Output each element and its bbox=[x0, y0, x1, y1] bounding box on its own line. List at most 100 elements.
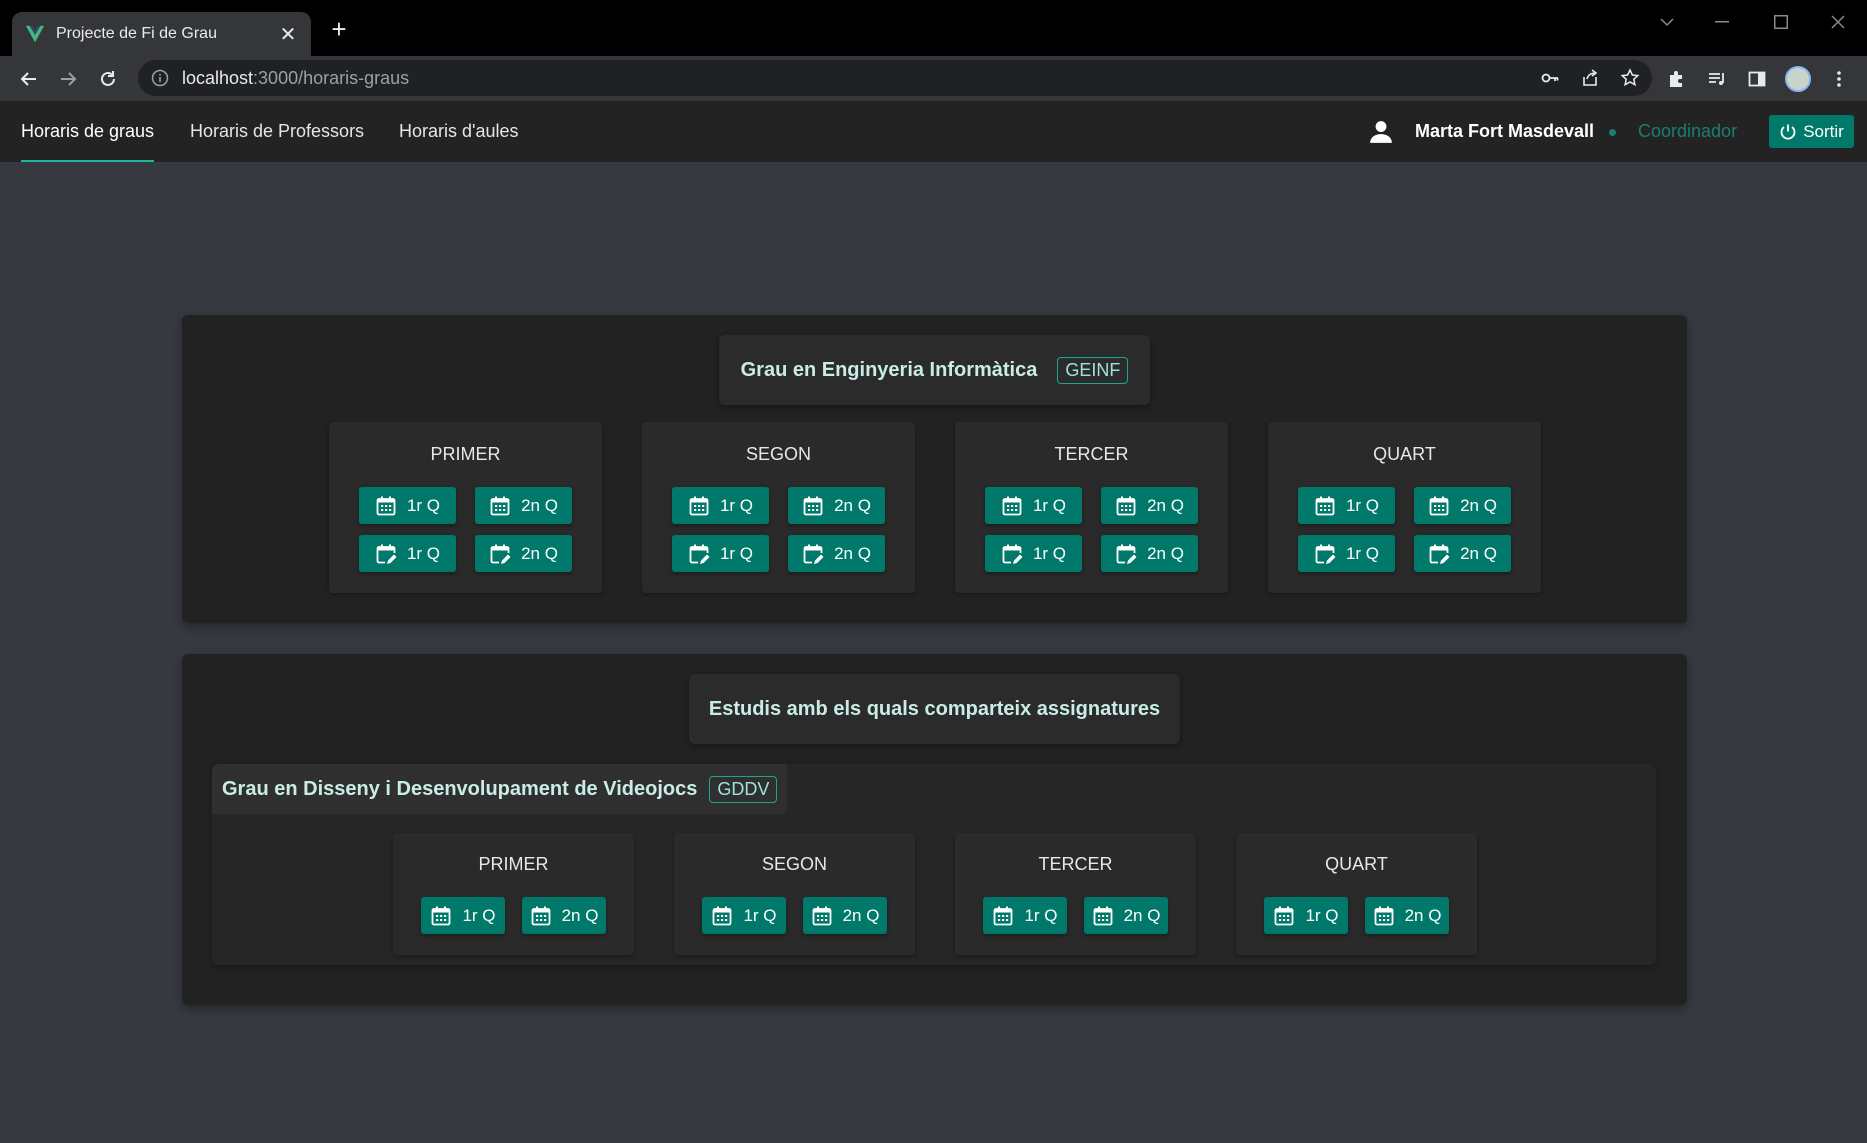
view-schedule-button[interactable]: 2n Q bbox=[1084, 897, 1168, 934]
back-icon[interactable] bbox=[12, 62, 46, 96]
browser-tab[interactable]: Projecte de Fi de Grau ✕ bbox=[12, 12, 311, 56]
quadrimester-label: 2n Q bbox=[561, 905, 599, 925]
shared-studies-heading-box: Estudis amb els quals comparteix assigna… bbox=[689, 674, 1180, 744]
browser-menu-icon[interactable] bbox=[1827, 67, 1851, 91]
address-bar[interactable]: localhost:3000/horaris-graus bbox=[138, 60, 1652, 96]
quadrimester-label: 2n Q bbox=[834, 543, 871, 563]
app-navbar: Horaris de graus Horaris de Professors H… bbox=[0, 101, 1867, 162]
nav-horaris-graus[interactable]: Horaris de graus bbox=[21, 101, 155, 162]
calendar-edit-icon bbox=[1315, 544, 1336, 564]
view-schedule-button[interactable]: 1r Q bbox=[985, 487, 1082, 524]
calendar-icon bbox=[1002, 496, 1022, 515]
share-icon[interactable] bbox=[1578, 66, 1602, 90]
quadrimester-label: 1r Q bbox=[462, 905, 496, 925]
side-panel-icon[interactable] bbox=[1745, 67, 1769, 91]
year-card-primer: PRIMER 1r Q 2n Q 1r Q 2n Q bbox=[329, 422, 602, 593]
shared-year-card-tercer: TERCER 1r Q 2n Q bbox=[955, 833, 1196, 955]
view-schedule-button[interactable]: 1r Q bbox=[421, 897, 505, 934]
quadrimester-label: 1r Q bbox=[1305, 905, 1339, 925]
edit-schedule-button[interactable]: 1r Q bbox=[359, 535, 456, 572]
user-role: Coordinador bbox=[1638, 121, 1738, 141]
extensions-icon[interactable] bbox=[1665, 67, 1689, 91]
quadrimester-label: 1r Q bbox=[1345, 495, 1380, 515]
bookmark-star-icon[interactable] bbox=[1618, 66, 1642, 90]
profile-avatar[interactable] bbox=[1785, 66, 1811, 92]
quadrimester-label: 2n Q bbox=[1123, 905, 1161, 925]
year-card-quart: QUART 1r Q 2n Q 1r Q 2n Q bbox=[1268, 422, 1541, 593]
edit-schedule-button[interactable]: 1r Q bbox=[1298, 535, 1395, 572]
quadrimester-label: 2n Q bbox=[521, 495, 558, 515]
view-schedule-button[interactable]: 1r Q bbox=[983, 897, 1067, 934]
view-schedule-button[interactable]: 1r Q bbox=[672, 487, 769, 524]
view-schedule-button[interactable]: 2n Q bbox=[475, 487, 572, 524]
year-card-tercer: TERCER 1r Q 2n Q 1r Q 2n Q bbox=[955, 422, 1228, 593]
view-schedule-button[interactable]: 2n Q bbox=[1365, 897, 1449, 934]
shared-studies-panel: Estudis amb els quals comparteix assigna… bbox=[182, 654, 1687, 1005]
view-schedule-button[interactable]: 1r Q bbox=[359, 487, 456, 524]
edit-schedule-button[interactable]: 2n Q bbox=[1414, 535, 1511, 572]
nav-horaris-aules[interactable]: Horaris d'aules bbox=[399, 101, 519, 162]
quadrimester-label: 1r Q bbox=[719, 543, 754, 563]
calendar-icon bbox=[713, 906, 732, 925]
year-title: TERCER bbox=[1054, 444, 1129, 464]
key-icon[interactable] bbox=[1538, 66, 1562, 90]
view-schedule-button[interactable]: 2n Q bbox=[522, 897, 606, 934]
year-title: PRIMER bbox=[430, 444, 501, 464]
calendar-edit-icon bbox=[1116, 544, 1137, 564]
view-schedule-button[interactable]: 1r Q bbox=[1298, 487, 1395, 524]
quadrimester-label: 1r Q bbox=[719, 495, 754, 515]
quadrimester-label: 1r Q bbox=[406, 495, 441, 515]
calendar-edit-icon bbox=[803, 544, 824, 564]
degree-panel: Grau en Enginyeria Informàtica GEINF PRI… bbox=[182, 315, 1687, 623]
quadrimester-label: 2n Q bbox=[1147, 543, 1184, 563]
new-tab-icon[interactable]: + bbox=[326, 16, 352, 42]
view-schedule-button[interactable]: 1r Q bbox=[1264, 897, 1348, 934]
calendar-icon bbox=[432, 906, 451, 925]
view-schedule-button[interactable]: 2n Q bbox=[788, 487, 885, 524]
nav-horaris-professors[interactable]: Horaris de Professors bbox=[190, 101, 364, 162]
degree-code-badge: GEINF bbox=[1057, 356, 1129, 384]
calendar-icon bbox=[490, 496, 510, 515]
degree-header: Grau en Enginyeria Informàtica GEINF bbox=[719, 335, 1150, 405]
year-title: PRIMER bbox=[478, 854, 549, 874]
vue-logo-icon bbox=[25, 25, 45, 43]
calendar-icon bbox=[803, 496, 823, 515]
forward-icon[interactable] bbox=[51, 62, 85, 96]
media-queue-icon[interactable] bbox=[1705, 67, 1729, 91]
close-window-icon[interactable] bbox=[1813, 8, 1863, 36]
calendar-icon bbox=[531, 906, 550, 925]
calendar-icon bbox=[994, 906, 1013, 925]
maximize-icon[interactable] bbox=[1756, 8, 1806, 36]
minimize-icon[interactable] bbox=[1697, 8, 1747, 36]
year-title: SEGON bbox=[761, 854, 827, 874]
year-title: QUART bbox=[1325, 854, 1388, 874]
site-info-icon[interactable] bbox=[150, 68, 170, 88]
view-schedule-button[interactable]: 1r Q bbox=[702, 897, 786, 934]
quadrimester-label: 1r Q bbox=[1032, 543, 1067, 563]
shared-year-card-primer: PRIMER 1r Q 2n Q bbox=[393, 833, 634, 955]
calendar-icon bbox=[1275, 906, 1294, 925]
tab-close-icon[interactable]: ✕ bbox=[277, 22, 299, 47]
shared-degree-title: Grau en Disseny i Desenvolupament de Vid… bbox=[222, 777, 698, 800]
calendar-edit-icon bbox=[1002, 544, 1023, 564]
view-schedule-button[interactable]: 2n Q bbox=[1414, 487, 1511, 524]
calendar-edit-icon bbox=[490, 544, 511, 564]
quadrimester-label: 2n Q bbox=[1147, 495, 1184, 515]
view-schedule-button[interactable]: 2n Q bbox=[1101, 487, 1198, 524]
reload-icon[interactable] bbox=[91, 62, 125, 96]
edit-schedule-button[interactable]: 2n Q bbox=[1101, 535, 1198, 572]
calendar-icon bbox=[689, 496, 709, 515]
tab-search-icon[interactable] bbox=[1642, 8, 1692, 36]
shared-year-card-segon: SEGON 1r Q 2n Q bbox=[674, 833, 915, 955]
view-schedule-button[interactable]: 2n Q bbox=[803, 897, 887, 934]
quadrimester-label: 2n Q bbox=[1404, 905, 1442, 925]
edit-schedule-button[interactable]: 2n Q bbox=[475, 535, 572, 572]
edit-schedule-button[interactable]: 1r Q bbox=[985, 535, 1082, 572]
logout-label: Sortir bbox=[1803, 121, 1844, 141]
logout-button[interactable]: Sortir bbox=[1769, 115, 1854, 148]
shared-studies-heading: Estudis amb els quals comparteix assigna… bbox=[708, 697, 1161, 720]
edit-schedule-button[interactable]: 1r Q bbox=[672, 535, 769, 572]
quadrimester-label: 2n Q bbox=[842, 905, 880, 925]
calendar-icon bbox=[1315, 496, 1335, 515]
edit-schedule-button[interactable]: 2n Q bbox=[788, 535, 885, 572]
